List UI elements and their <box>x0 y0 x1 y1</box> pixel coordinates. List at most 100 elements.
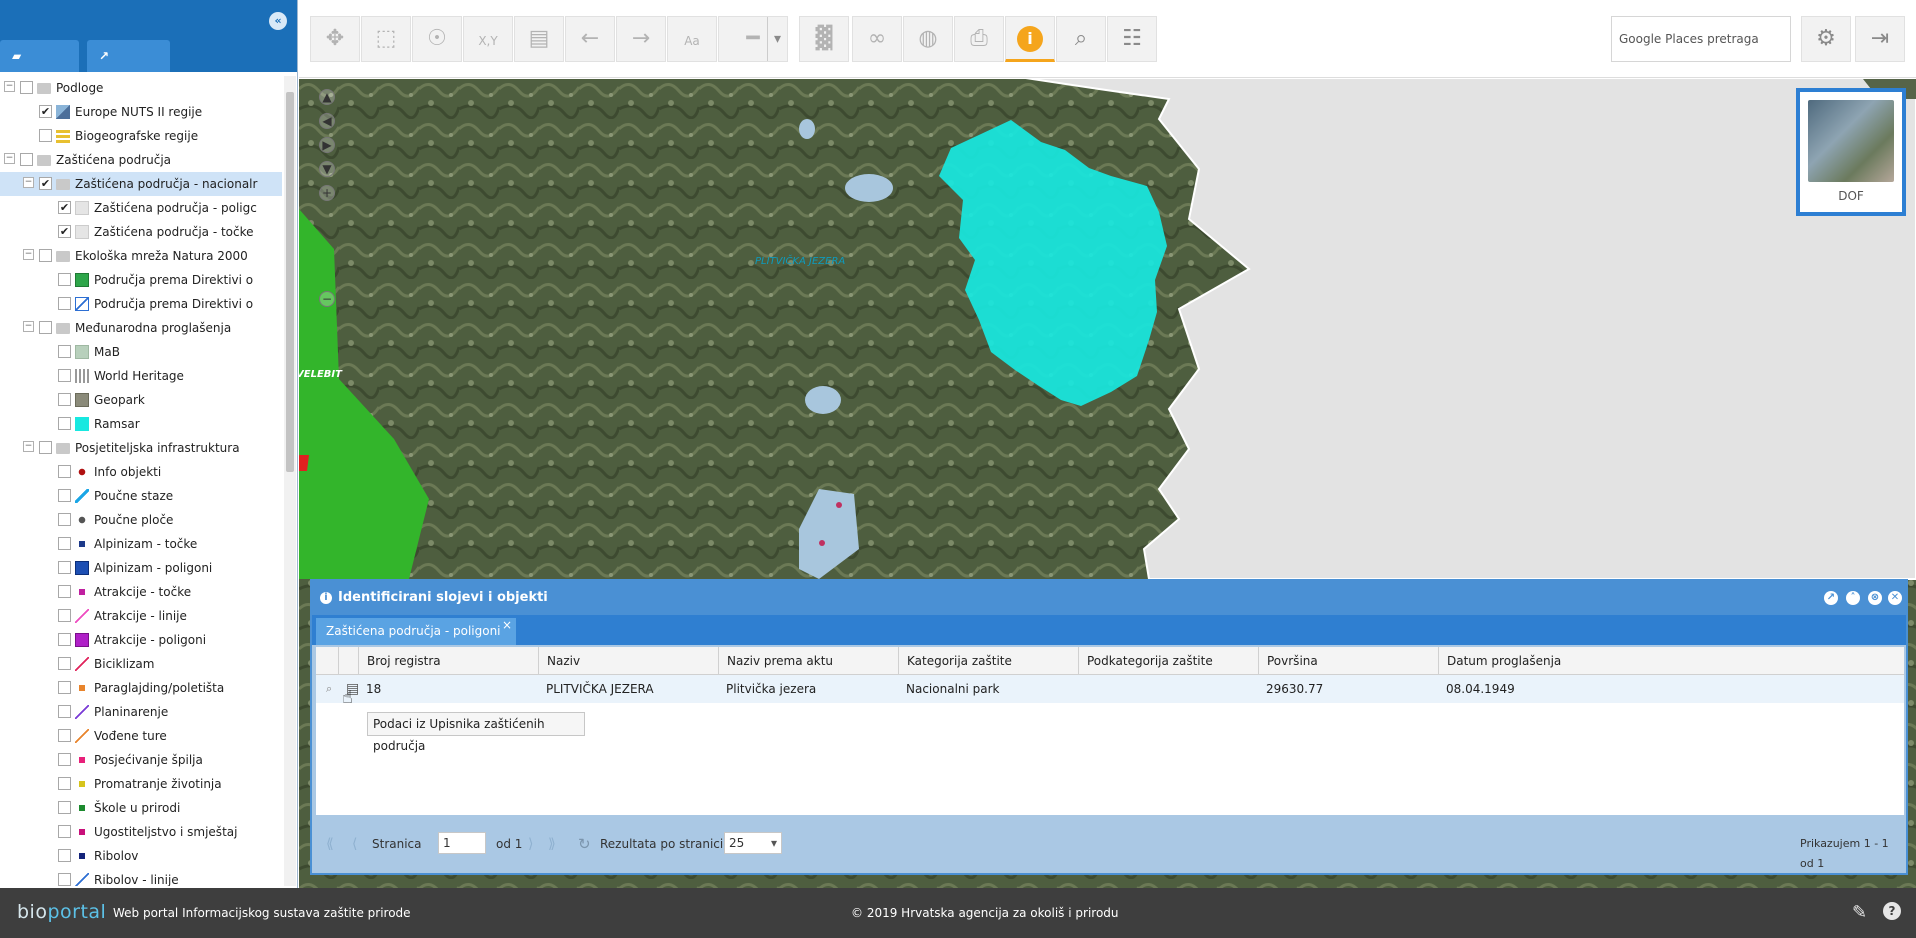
tree-expander-icon[interactable]: − <box>23 441 34 452</box>
layer-checkbox[interactable] <box>58 825 71 838</box>
layer-checkbox[interactable] <box>58 633 71 646</box>
layer-tree-scrollbar[interactable] <box>284 76 296 886</box>
minimize-panel-icon[interactable]: ⊗ <box>1868 591 1882 605</box>
layer-checkbox[interactable] <box>58 513 71 526</box>
layer-checkbox[interactable] <box>58 345 71 358</box>
tree-item[interactable]: − ✔ Zaštićena područja - nacionalr <box>0 172 282 196</box>
layer-checkbox[interactable]: ✔ <box>58 225 71 238</box>
tree-expander-icon[interactable]: − <box>23 321 34 332</box>
column-header[interactable]: Naziv prema aktu <box>718 647 898 675</box>
zoom-control-button[interactable]: ▲ <box>319 89 335 105</box>
scrollbar-thumb[interactable] <box>286 92 294 472</box>
chevron-down-icon[interactable]: ▾ <box>766 17 781 61</box>
layer-checkbox[interactable] <box>58 753 71 766</box>
info-button[interactable]: i <box>1005 16 1055 62</box>
tree-item[interactable]: Info objekti <box>0 460 282 484</box>
layer-checkbox[interactable] <box>58 417 71 430</box>
tree-item[interactable]: Atrakcije - poligoni <box>0 628 282 652</box>
collapse-panel-icon[interactable]: ˄ <box>1846 591 1860 605</box>
tree-item[interactable]: Alpinizam - poligoni <box>0 556 282 580</box>
layer-checkbox[interactable] <box>39 321 52 334</box>
layer-checkbox[interactable] <box>39 249 52 262</box>
measure-button[interactable]: ━ ▾ <box>718 16 788 62</box>
tree-item[interactable]: − Zaštićena područja <box>0 148 282 172</box>
column-header[interactable]: Površina <box>1258 647 1438 675</box>
goto-xy-button[interactable]: X,Y <box>463 16 513 62</box>
layer-checkbox[interactable] <box>58 465 71 478</box>
table-row[interactable]: ⌕ ▤ 18 PLITVIČKA JEZERA Plitvička jezera Na… <box>316 675 1904 703</box>
tree-expander-icon[interactable]: − <box>4 81 15 92</box>
globe-button[interactable]: ◍ <box>903 16 953 62</box>
search-button[interactable]: ⌕ <box>1056 16 1106 62</box>
layer-checkbox[interactable] <box>58 657 71 670</box>
zoom-control-button[interactable]: ▶ <box>319 137 335 153</box>
tree-item[interactable]: Ribolov - linije <box>0 868 282 886</box>
layer-checkbox[interactable] <box>58 681 71 694</box>
edit-icon[interactable]: ✎ <box>1852 902 1867 923</box>
close-tab-icon[interactable]: × <box>502 612 512 639</box>
layer-checkbox[interactable]: ✔ <box>58 201 71 214</box>
tree-item[interactable]: Biciklizam <box>0 652 282 676</box>
tree-item[interactable]: Promatranje životinja <box>0 772 282 796</box>
tree-item[interactable]: − Posjetiteljska infrastruktura <box>0 436 282 460</box>
tree-item[interactable]: ✔ Zaštićena područja - poligc <box>0 196 282 220</box>
help-icon[interactable]: ? <box>1883 902 1901 920</box>
tab-help[interactable]: ↗ Pomoć <box>87 40 170 95</box>
tree-item[interactable]: Ramsar <box>0 412 282 436</box>
zoom-control-button[interactable]: ▼ <box>319 161 335 177</box>
layer-checkbox[interactable] <box>58 393 71 406</box>
close-panel-icon[interactable]: ✕ <box>1888 591 1902 605</box>
page-number-input[interactable]: 1 <box>438 832 486 854</box>
tree-item[interactable]: Područja prema Direktivi o <box>0 268 282 292</box>
settings-button[interactable]: ⚙ <box>1801 16 1851 62</box>
layer-checkbox[interactable]: ✔ <box>39 177 52 190</box>
layer-checkbox[interactable] <box>58 849 71 862</box>
layer-checkbox[interactable]: ✔ <box>39 105 52 118</box>
tree-item[interactable]: ✔ Zaštićena područja - točke <box>0 220 282 244</box>
tree-expander-icon[interactable]: − <box>23 249 34 260</box>
print-button[interactable]: ⎙ <box>954 16 1004 62</box>
forward-button[interactable]: → <box>616 16 666 62</box>
tree-item[interactable]: Alpinizam - točke <box>0 532 282 556</box>
tree-item[interactable]: Poučne staze <box>0 484 282 508</box>
layer-checkbox[interactable] <box>58 489 71 502</box>
column-header[interactable]: Podkategorija zaštite <box>1078 647 1258 675</box>
last-page-button[interactable]: ⟫ <box>548 834 556 854</box>
column-header[interactable]: Kategorija zaštite <box>898 647 1078 675</box>
export-icon[interactable]: ↗ <box>1824 591 1838 605</box>
zoom-control-button[interactable]: − <box>319 291 335 307</box>
tree-item[interactable]: MaB <box>0 340 282 364</box>
tree-item[interactable]: ✔ Europe NUTS II regije <box>0 100 282 124</box>
layer-checkbox[interactable] <box>58 369 71 382</box>
column-header[interactable]: Naziv <box>538 647 718 675</box>
tree-item[interactable]: − Međunarodna proglašenja <box>0 316 282 340</box>
back-button[interactable]: ← <box>565 16 615 62</box>
per-page-select[interactable]: 25 ▾ <box>724 832 782 854</box>
zoom-extent-button[interactable]: ☉ <box>412 16 462 62</box>
tree-item[interactable]: Planinarenje <box>0 700 282 724</box>
collapse-sidebar-icon[interactable]: « <box>269 12 287 30</box>
report-button[interactable]: ☷ <box>1107 16 1157 62</box>
column-header[interactable]: Broj registra <box>358 647 538 675</box>
next-page-button[interactable]: ⟩ <box>528 834 533 854</box>
results-tab-polygons[interactable]: Zaštićena područja - poligoni × <box>316 618 516 645</box>
link-button[interactable]: ∞ <box>852 16 902 62</box>
first-page-button[interactable]: ⟪ <box>326 834 334 854</box>
tab-layers[interactable]: ▰ Slojevi <box>0 40 79 95</box>
tree-item[interactable]: Posjećivanje špilja <box>0 748 282 772</box>
zoom-box-button[interactable]: ⬚ <box>361 16 411 62</box>
tree-item[interactable]: Atrakcije - linije <box>0 604 282 628</box>
layer-checkbox[interactable] <box>20 81 33 94</box>
tree-expander-icon[interactable]: − <box>4 153 15 164</box>
layer-checkbox[interactable] <box>58 729 71 742</box>
tree-item[interactable]: − Ekološka mreža Natura 2000 <box>0 244 282 268</box>
basemap-switcher[interactable]: DOF <box>1796 88 1906 216</box>
prev-page-button[interactable]: ⟨ <box>352 834 357 854</box>
tree-item[interactable]: Područja prema Direktivi o <box>0 292 282 316</box>
layer-checkbox[interactable] <box>58 777 71 790</box>
tree-item[interactable]: Vođene ture <box>0 724 282 748</box>
column-header[interactable]: Datum proglašenja <box>1438 647 1638 675</box>
tree-item[interactable]: Paraglajding/poletišta <box>0 676 282 700</box>
tree-item[interactable]: World Heritage <box>0 364 282 388</box>
layer-checkbox[interactable] <box>39 129 52 142</box>
